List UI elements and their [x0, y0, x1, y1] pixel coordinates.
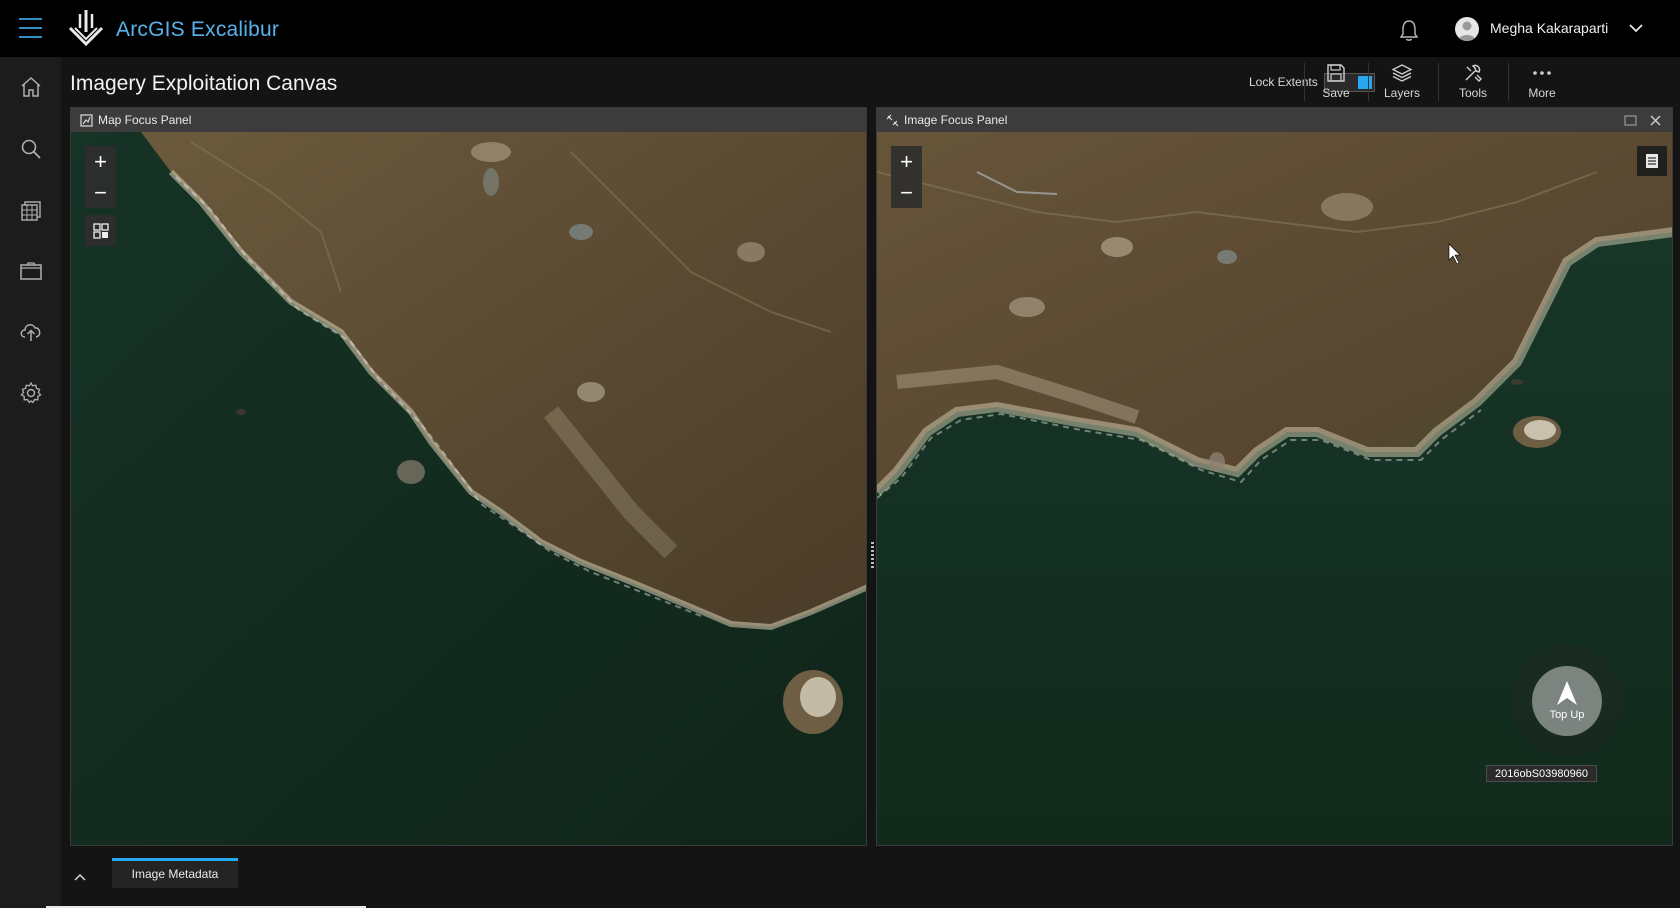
- more-label: More: [1528, 86, 1556, 100]
- map-panel-icon: [80, 114, 93, 127]
- chevron-up-icon: [74, 873, 86, 881]
- layers-icon: [1391, 64, 1413, 82]
- maximize-icon[interactable]: [1624, 114, 1637, 127]
- satellite-icon: [886, 114, 899, 127]
- zoom-out-button[interactable]: −: [891, 177, 922, 208]
- top-up-button[interactable]: Top Up: [1532, 666, 1602, 736]
- bell-icon[interactable]: [1398, 18, 1420, 42]
- tools-button[interactable]: Tools: [1445, 63, 1501, 105]
- toolbar-divider: [1508, 63, 1509, 101]
- save-icon: [1327, 64, 1345, 82]
- toolbar-divider: [1438, 63, 1439, 101]
- search-icon[interactable]: [15, 133, 47, 165]
- zoom-out-button[interactable]: −: [85, 177, 116, 208]
- toolbar-divider: [1368, 63, 1369, 101]
- close-icon[interactable]: [1649, 114, 1662, 127]
- left-nav-rail: [0, 57, 61, 908]
- panel-title: Image Focus Panel: [904, 113, 1008, 127]
- projects-icon[interactable]: [15, 255, 47, 287]
- map-focus-panel: Map Focus Panel + −: [70, 107, 867, 846]
- layers-button[interactable]: Layers: [1374, 63, 1430, 105]
- overview-map-icon: [92, 222, 109, 239]
- document-icon: [1646, 154, 1658, 168]
- imagery-catalog-icon[interactable]: [15, 195, 47, 227]
- zoom-controls: + −: [85, 146, 116, 208]
- tools-label: Tools: [1458, 86, 1487, 100]
- north-arrow-icon: [1557, 681, 1577, 705]
- panel-header: Map Focus Panel: [71, 108, 866, 132]
- user-name[interactable]: Megha Kakaraparti: [1490, 20, 1608, 36]
- home-icon[interactable]: [15, 71, 47, 103]
- map-view[interactable]: [71, 132, 866, 845]
- save-button[interactable]: Save: [1308, 63, 1364, 105]
- toolbar-divider: [1304, 63, 1305, 101]
- zoom-in-button[interactable]: +: [85, 146, 116, 177]
- aerial-imagery: [71, 132, 866, 845]
- main-content: Imagery Exploitation Canvas Lock Extents…: [46, 57, 1680, 908]
- panel-splitter-handle[interactable]: [871, 542, 874, 570]
- panel-title: Map Focus Panel: [98, 113, 192, 127]
- image-id-badge: 2016obS03980960: [1486, 765, 1597, 782]
- panel-header: Image Focus Panel: [877, 108, 1672, 132]
- hamburger-icon[interactable]: [19, 18, 42, 38]
- bottom-panel-bar: Image Metadata: [46, 847, 1680, 908]
- expand-panel-button[interactable]: [70, 867, 90, 887]
- avatar[interactable]: [1455, 17, 1479, 41]
- image-focus-panel: Image Focus Panel + − Top Up 2016obS0398…: [876, 107, 1673, 846]
- metadata-document-button[interactable]: [1637, 146, 1667, 176]
- settings-gear-icon[interactable]: [15, 377, 47, 409]
- overview-map-button[interactable]: [85, 215, 116, 246]
- zoom-in-button[interactable]: +: [891, 146, 922, 177]
- zoom-controls: + −: [891, 146, 922, 208]
- upload-cloud-icon[interactable]: [15, 315, 47, 347]
- app-header: ArcGIS Excalibur Megha Kakaraparti: [0, 0, 1680, 57]
- layers-label: Layers: [1383, 86, 1421, 100]
- top-up-label: Top Up: [1549, 709, 1585, 721]
- app-title: ArcGIS Excalibur: [116, 18, 280, 41]
- more-dots-icon: [1533, 71, 1551, 75]
- page-title: Imagery Exploitation Canvas: [70, 72, 338, 95]
- excalibur-logo-icon: [68, 10, 104, 47]
- tab-image-metadata[interactable]: Image Metadata: [112, 858, 238, 888]
- more-button[interactable]: More: [1514, 63, 1570, 105]
- chevron-down-icon[interactable]: [1628, 22, 1644, 34]
- tools-icon: [1465, 64, 1482, 82]
- save-label: Save: [1322, 86, 1350, 100]
